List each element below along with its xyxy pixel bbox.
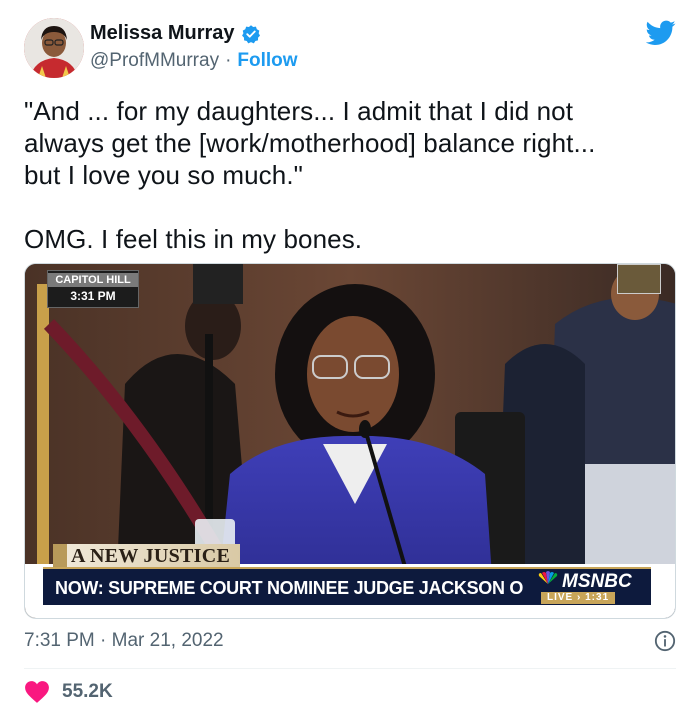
handle[interactable]: @ProfMMurray — [90, 50, 219, 72]
tweet-card: Melissa Murray @ProfMMurray · Follow "An… — [0, 0, 700, 721]
like-action[interactable]: 55.2K — [24, 680, 113, 704]
divider — [24, 668, 676, 669]
network-logo-box: MSNBC LIVE › 1:31 — [523, 567, 651, 605]
display-name[interactable]: Melissa Murray — [90, 22, 235, 45]
like-count: 55.2K — [62, 681, 113, 702]
location-time-bug: CAPITOL HILL 3:31 PM — [47, 270, 139, 308]
timestamp-separator: · — [100, 630, 107, 651]
network-name: MSNBC — [562, 571, 632, 592]
peacock-icon — [537, 571, 559, 589]
info-icon[interactable] — [654, 630, 676, 652]
tweet-time: 7:31 PM — [24, 630, 95, 651]
tweet-text: "And ... for my daughters... I admit tha… — [24, 96, 596, 254]
bug-location: CAPITOL HILL — [48, 273, 138, 287]
handle-row: @ProfMMurray · Follow — [90, 50, 298, 72]
heart-icon[interactable] — [24, 680, 50, 704]
handle-separator: · — [225, 50, 232, 71]
tweet-date: Mar 21, 2022 — [111, 630, 224, 651]
author-name-row: Melissa Murray — [90, 22, 261, 45]
network-logo: MSNBC — [537, 571, 632, 593]
verified-badge-icon — [241, 24, 261, 44]
live-tag: LIVE › 1:31 — [541, 592, 616, 604]
tweet-media-image[interactable]: CAPITOL HILL 3:31 PM A NEW JUSTICE NOW: … — [24, 263, 676, 619]
lower-third-title: A NEW JUSTICE — [53, 544, 241, 568]
picture-in-picture-thumbnail — [617, 264, 661, 294]
twitter-bird-icon[interactable] — [645, 20, 676, 46]
avatar[interactable] — [24, 18, 84, 78]
avatar-image — [24, 18, 84, 78]
follow-button[interactable]: Follow — [237, 50, 297, 72]
tweet-timestamp[interactable]: 7:31 PM · Mar 21, 2022 — [24, 630, 224, 652]
bug-time: 3:31 PM — [70, 289, 116, 303]
lower-third-caption: NOW: SUPREME COURT NOMINEE JUDGE JACKSON… — [43, 567, 523, 605]
